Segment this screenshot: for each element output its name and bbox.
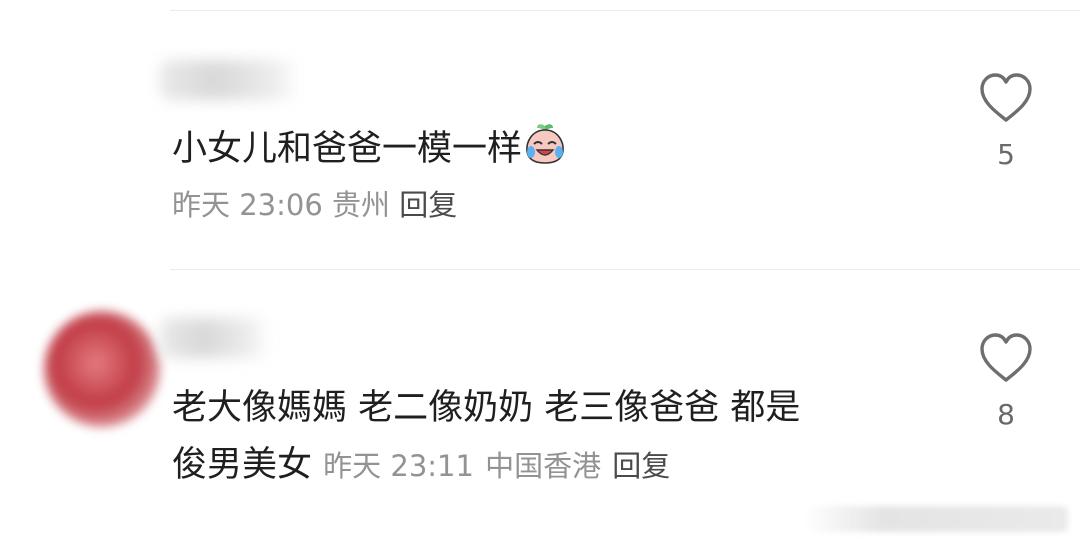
comment-meta: 昨天 23:06 贵州 回复 (172, 182, 457, 224)
comment-text-line-2-body: 俊男美女 (172, 445, 313, 485)
reply-button[interactable]: 回复 (612, 449, 670, 483)
comment-time: 昨天 23:11 (323, 449, 474, 483)
comment-text: 老大像媽媽 老二像奶奶 老三像爸爸 都是 俊男美女 昨天 23:11 中国香港 … (172, 380, 800, 495)
username-blurred[interactable] (160, 60, 300, 100)
like-count: 8 (997, 398, 1015, 431)
username-blurred[interactable] (160, 318, 270, 358)
heart-outline-icon (980, 333, 1032, 382)
heart-outline-icon (980, 73, 1032, 122)
like-button[interactable]: 8 (972, 330, 1040, 431)
crying-laughing-emoji-icon (526, 124, 564, 164)
like-button[interactable]: 5 (972, 70, 1040, 171)
comment-time: 昨天 23:06 (172, 188, 323, 222)
comment-text-line-2: 俊男美女 昨天 23:11 中国香港 回复 (172, 437, 800, 495)
comment-divider (170, 269, 1080, 270)
comment-location: 贵州 (332, 188, 391, 222)
watermark-blurred (804, 506, 1068, 532)
comment-text-body: 小女儿和爸爸一模一样 (172, 129, 523, 169)
comment-text-line-1: 老大像媽媽 老二像奶奶 老三像爸爸 都是 (172, 388, 801, 428)
reply-button[interactable]: 回复 (399, 188, 457, 222)
avatar[interactable] (44, 311, 160, 427)
like-count: 5 (997, 138, 1015, 171)
comment-location: 中国香港 (485, 449, 602, 483)
comment-text: 小女儿和爸爸一模一样 (172, 120, 568, 178)
top-divider (170, 10, 1080, 11)
